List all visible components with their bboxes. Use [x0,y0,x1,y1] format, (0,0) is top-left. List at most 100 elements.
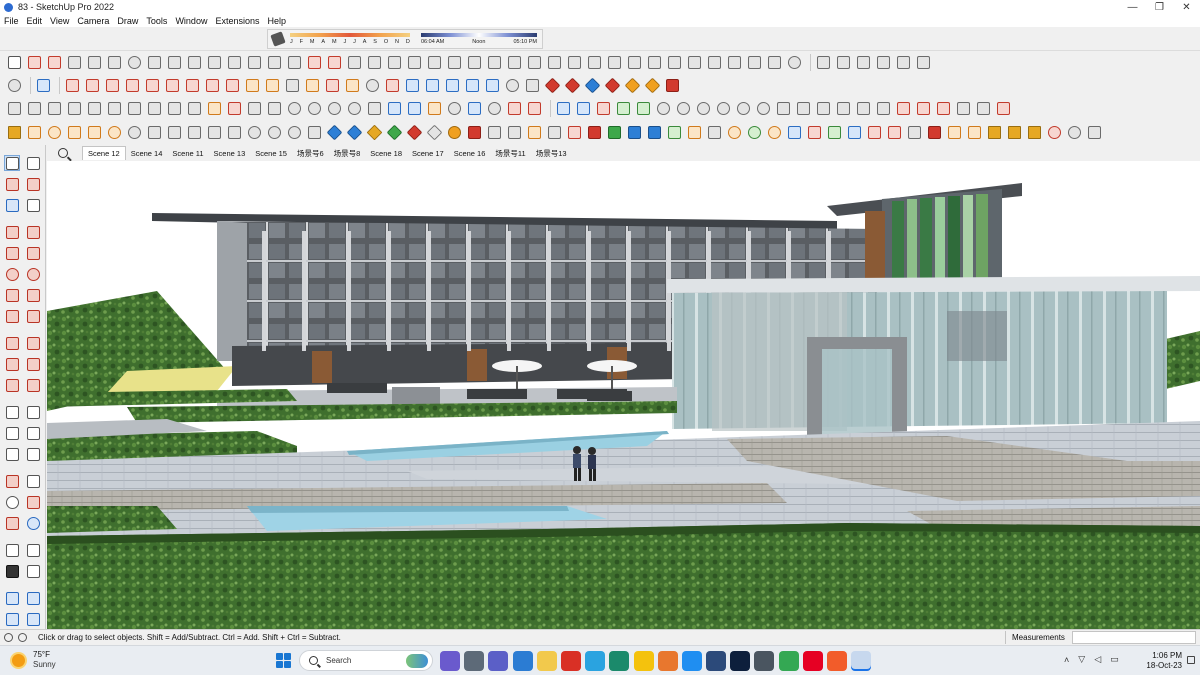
house-icon[interactable] [855,54,872,71]
beam-tool-icon[interactable] [626,54,643,71]
prism-icon[interactable] [366,100,383,117]
text-icon[interactable] [25,425,41,441]
scene-tab[interactable]: Scene 12 [82,146,126,160]
green-loop-icon[interactable] [746,124,763,141]
section-plane-icon[interactable] [25,563,41,579]
join-tool-icon[interactable] [346,54,363,71]
arc-dropdown-icon[interactable] [104,77,121,94]
cross-red-icon[interactable] [586,124,603,141]
orange-arc-icon[interactable] [446,124,463,141]
pencil-tool-icon[interactable] [66,54,83,71]
zoom-icon[interactable] [364,77,381,94]
solid-split-icon[interactable] [624,77,641,94]
spline-tool-icon[interactable] [166,54,183,71]
door-tool-icon[interactable] [686,54,703,71]
dimension-icon[interactable] [775,100,792,117]
opening-tool-icon[interactable] [706,54,723,71]
slab-tool-icon[interactable] [646,54,663,71]
cube-icon[interactable] [975,100,992,117]
scene-tab[interactable]: Scene 13 [209,146,251,160]
select-arrow-icon[interactable] [35,77,52,94]
solid-outer-shell-icon[interactable] [644,77,661,94]
shapes-dropdown-icon[interactable] [124,77,141,94]
orbit-dots-icon[interactable] [1066,124,1083,141]
lasso-select-icon[interactable] [25,155,41,171]
previous-view-icon[interactable] [25,515,41,531]
scene-tab[interactable]: Scene 11 [167,146,208,160]
select-tool-icon[interactable] [6,54,23,71]
menu-view[interactable]: View [46,16,73,26]
calculator-icon[interactable] [512,651,533,671]
orbit-icon[interactable] [324,77,341,94]
line-tool-icon[interactable] [84,77,101,94]
opera-icon[interactable] [560,651,581,671]
anchor-icon[interactable] [706,124,723,141]
file-explorer-icon[interactable] [536,651,557,671]
corner-icon[interactable] [506,124,523,141]
send-to-layout-icon[interactable] [25,611,41,627]
group-icon[interactable] [306,124,323,141]
menu-file[interactable]: File [0,16,23,26]
crescent-icon[interactable] [766,124,783,141]
weld-tool-icon[interactable] [326,54,343,71]
scene-tab[interactable]: Scene 14 [126,146,168,160]
warning-icon[interactable] [686,124,703,141]
extension-manager-icon[interactable] [424,77,441,94]
share-model-icon[interactable] [875,54,892,71]
home-model-icon[interactable] [895,54,912,71]
print-icon[interactable] [955,100,972,117]
scale-icon[interactable] [4,377,20,393]
sphere-outline-icon[interactable] [246,124,263,141]
fillet-tool-icon[interactable] [266,54,283,71]
polygon-icon[interactable] [25,266,41,282]
lock-icon[interactable] [875,100,892,117]
sticky-notes-icon[interactable] [633,651,654,671]
smoove-icon[interactable] [655,100,672,117]
make-component-icon[interactable] [4,197,20,213]
scene-search-icon[interactable] [58,148,68,158]
app-grid-icon[interactable] [754,651,775,671]
erase-face-icon[interactable] [526,100,543,117]
settings-icon[interactable] [126,124,143,141]
tape-measure-icon[interactable] [264,77,281,94]
flip-edge-icon[interactable] [735,100,752,117]
brave-icon[interactable] [657,651,678,671]
stack-icon[interactable] [846,124,863,141]
bezier-tool-icon[interactable] [226,54,243,71]
follow-me-icon[interactable] [25,356,41,372]
rectangle-tool-icon[interactable] [46,54,63,71]
3d-warehouse-icon[interactable] [404,77,421,94]
offset-icon[interactable] [244,77,261,94]
shadow-toggle-icon[interactable] [270,31,286,47]
x-blue-icon[interactable] [646,124,663,141]
time-slider[interactable] [421,33,537,37]
notification-icon[interactable] [1187,656,1195,664]
scale-icon[interactable] [224,77,241,94]
railing-tool-icon[interactable] [586,54,603,71]
green-face-icon[interactable] [386,124,403,141]
sketchup-taskbar-icon[interactable] [851,651,872,671]
three-point-arc-icon[interactable] [4,308,20,324]
menu-tools[interactable]: Tools [142,16,171,26]
cylinder-icon[interactable] [286,100,303,117]
menu-draw[interactable]: Draw [113,16,142,26]
grid-gold-1-icon[interactable] [986,124,1003,141]
credits-icon[interactable] [18,633,27,642]
extension-warehouse-icon[interactable] [835,54,852,71]
gear-icon[interactable] [6,124,23,141]
scene-tab[interactable]: 场景号8 [329,146,366,160]
terrain-icon[interactable] [484,77,501,94]
display-icon[interactable] [706,651,727,671]
menu-edit[interactable]: Edit [23,16,47,26]
roof-tool-icon[interactable] [526,54,543,71]
chamfer-tool-icon[interactable] [286,54,303,71]
extend-tool-icon[interactable] [406,54,423,71]
axes-icon[interactable] [4,446,20,462]
menu-help[interactable]: Help [263,16,290,26]
select-arrow-icon[interactable] [4,155,20,171]
arc-icon[interactable] [4,287,20,303]
helix-icon[interactable] [446,100,463,117]
donut-icon[interactable] [106,124,123,141]
sandbox-icon[interactable] [464,77,481,94]
push-pull-icon[interactable] [144,77,161,94]
